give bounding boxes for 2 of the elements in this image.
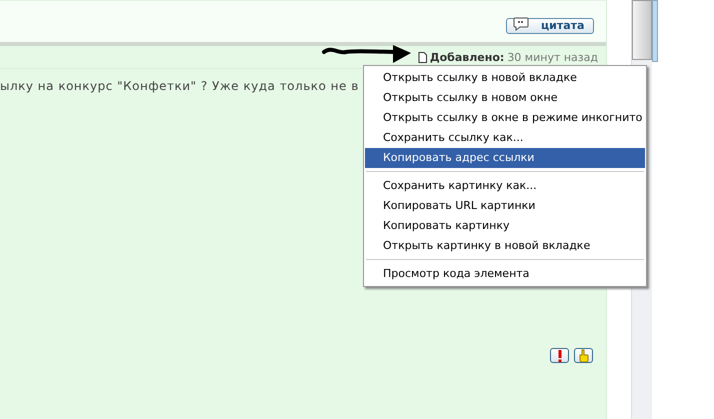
- added-label: Добавлено:: [430, 50, 504, 64]
- added-time: 30 минут назад: [507, 50, 598, 64]
